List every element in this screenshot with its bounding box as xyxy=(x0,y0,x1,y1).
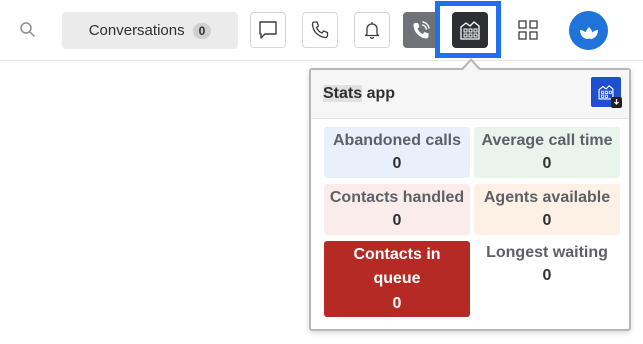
stats-app-icon xyxy=(460,21,480,40)
phone-active-icon xyxy=(413,21,430,39)
tile-label: Contacts handled xyxy=(329,188,465,206)
popover-title: Stats app xyxy=(323,85,395,103)
popover-arrow-inner xyxy=(463,61,479,70)
tile-contacts-in-queue: Contacts in queue 0 xyxy=(324,241,470,317)
stats-app-popover: Stats app Abandoned calls 0 Average call… xyxy=(309,68,631,331)
app-window: Conversations 0 Stats app Abandoned call… xyxy=(0,0,643,344)
stats-grid: Abandoned calls 0 Average call time 0 Co… xyxy=(324,127,622,317)
popover-title-rest: app xyxy=(362,85,396,102)
message-icon xyxy=(259,21,277,39)
tile-abandoned-calls: Abandoned calls 0 xyxy=(324,127,470,178)
popover-title-highlight: Stats xyxy=(323,85,363,102)
apps-grid-icon xyxy=(518,20,538,40)
tile-contacts-handled: Contacts handled 0 xyxy=(324,184,470,235)
tile-value: 0 xyxy=(542,154,552,172)
conversations-count-badge: 0 xyxy=(192,22,212,39)
messages-button[interactable] xyxy=(250,12,286,48)
popover-header: Stats app xyxy=(311,70,629,119)
tile-agents-available: Agents available 0 xyxy=(474,184,620,235)
tile-label: Contacts in queue xyxy=(353,246,441,287)
tile-label: Agents available xyxy=(483,188,611,206)
phone-button[interactable] xyxy=(302,12,338,48)
tile-value: 0 xyxy=(542,211,552,229)
tile-label: Longest waiting xyxy=(486,244,608,261)
notifications-button[interactable] xyxy=(354,12,390,48)
tile-value: 0 xyxy=(392,154,402,172)
tile-average-call-time: Average call time 0 xyxy=(474,127,620,178)
phone-icon xyxy=(311,21,329,39)
tile-label: Average call time xyxy=(481,131,613,149)
conversations-label: Conversations xyxy=(88,22,185,39)
conversations-button[interactable]: Conversations 0 xyxy=(62,12,238,49)
apps-grid-button[interactable] xyxy=(516,18,540,42)
tile-value: 0 xyxy=(542,267,552,284)
tile-longest-waiting: Longest waiting 0 xyxy=(474,241,620,317)
tile-value: 0 xyxy=(392,295,402,312)
bell-icon xyxy=(364,22,380,40)
search-icon[interactable] xyxy=(16,18,40,42)
user-avatar[interactable] xyxy=(569,11,608,50)
tile-label: Abandoned calls xyxy=(332,131,462,149)
stats-app-logo-icon[interactable] xyxy=(591,77,622,108)
top-bar: Conversations 0 xyxy=(0,0,643,61)
stats-app-button[interactable] xyxy=(452,12,488,48)
download-badge-icon xyxy=(611,97,622,108)
tile-value: 0 xyxy=(392,211,402,229)
active-call-button[interactable] xyxy=(403,12,439,48)
avatar-leaf-icon xyxy=(579,26,598,39)
